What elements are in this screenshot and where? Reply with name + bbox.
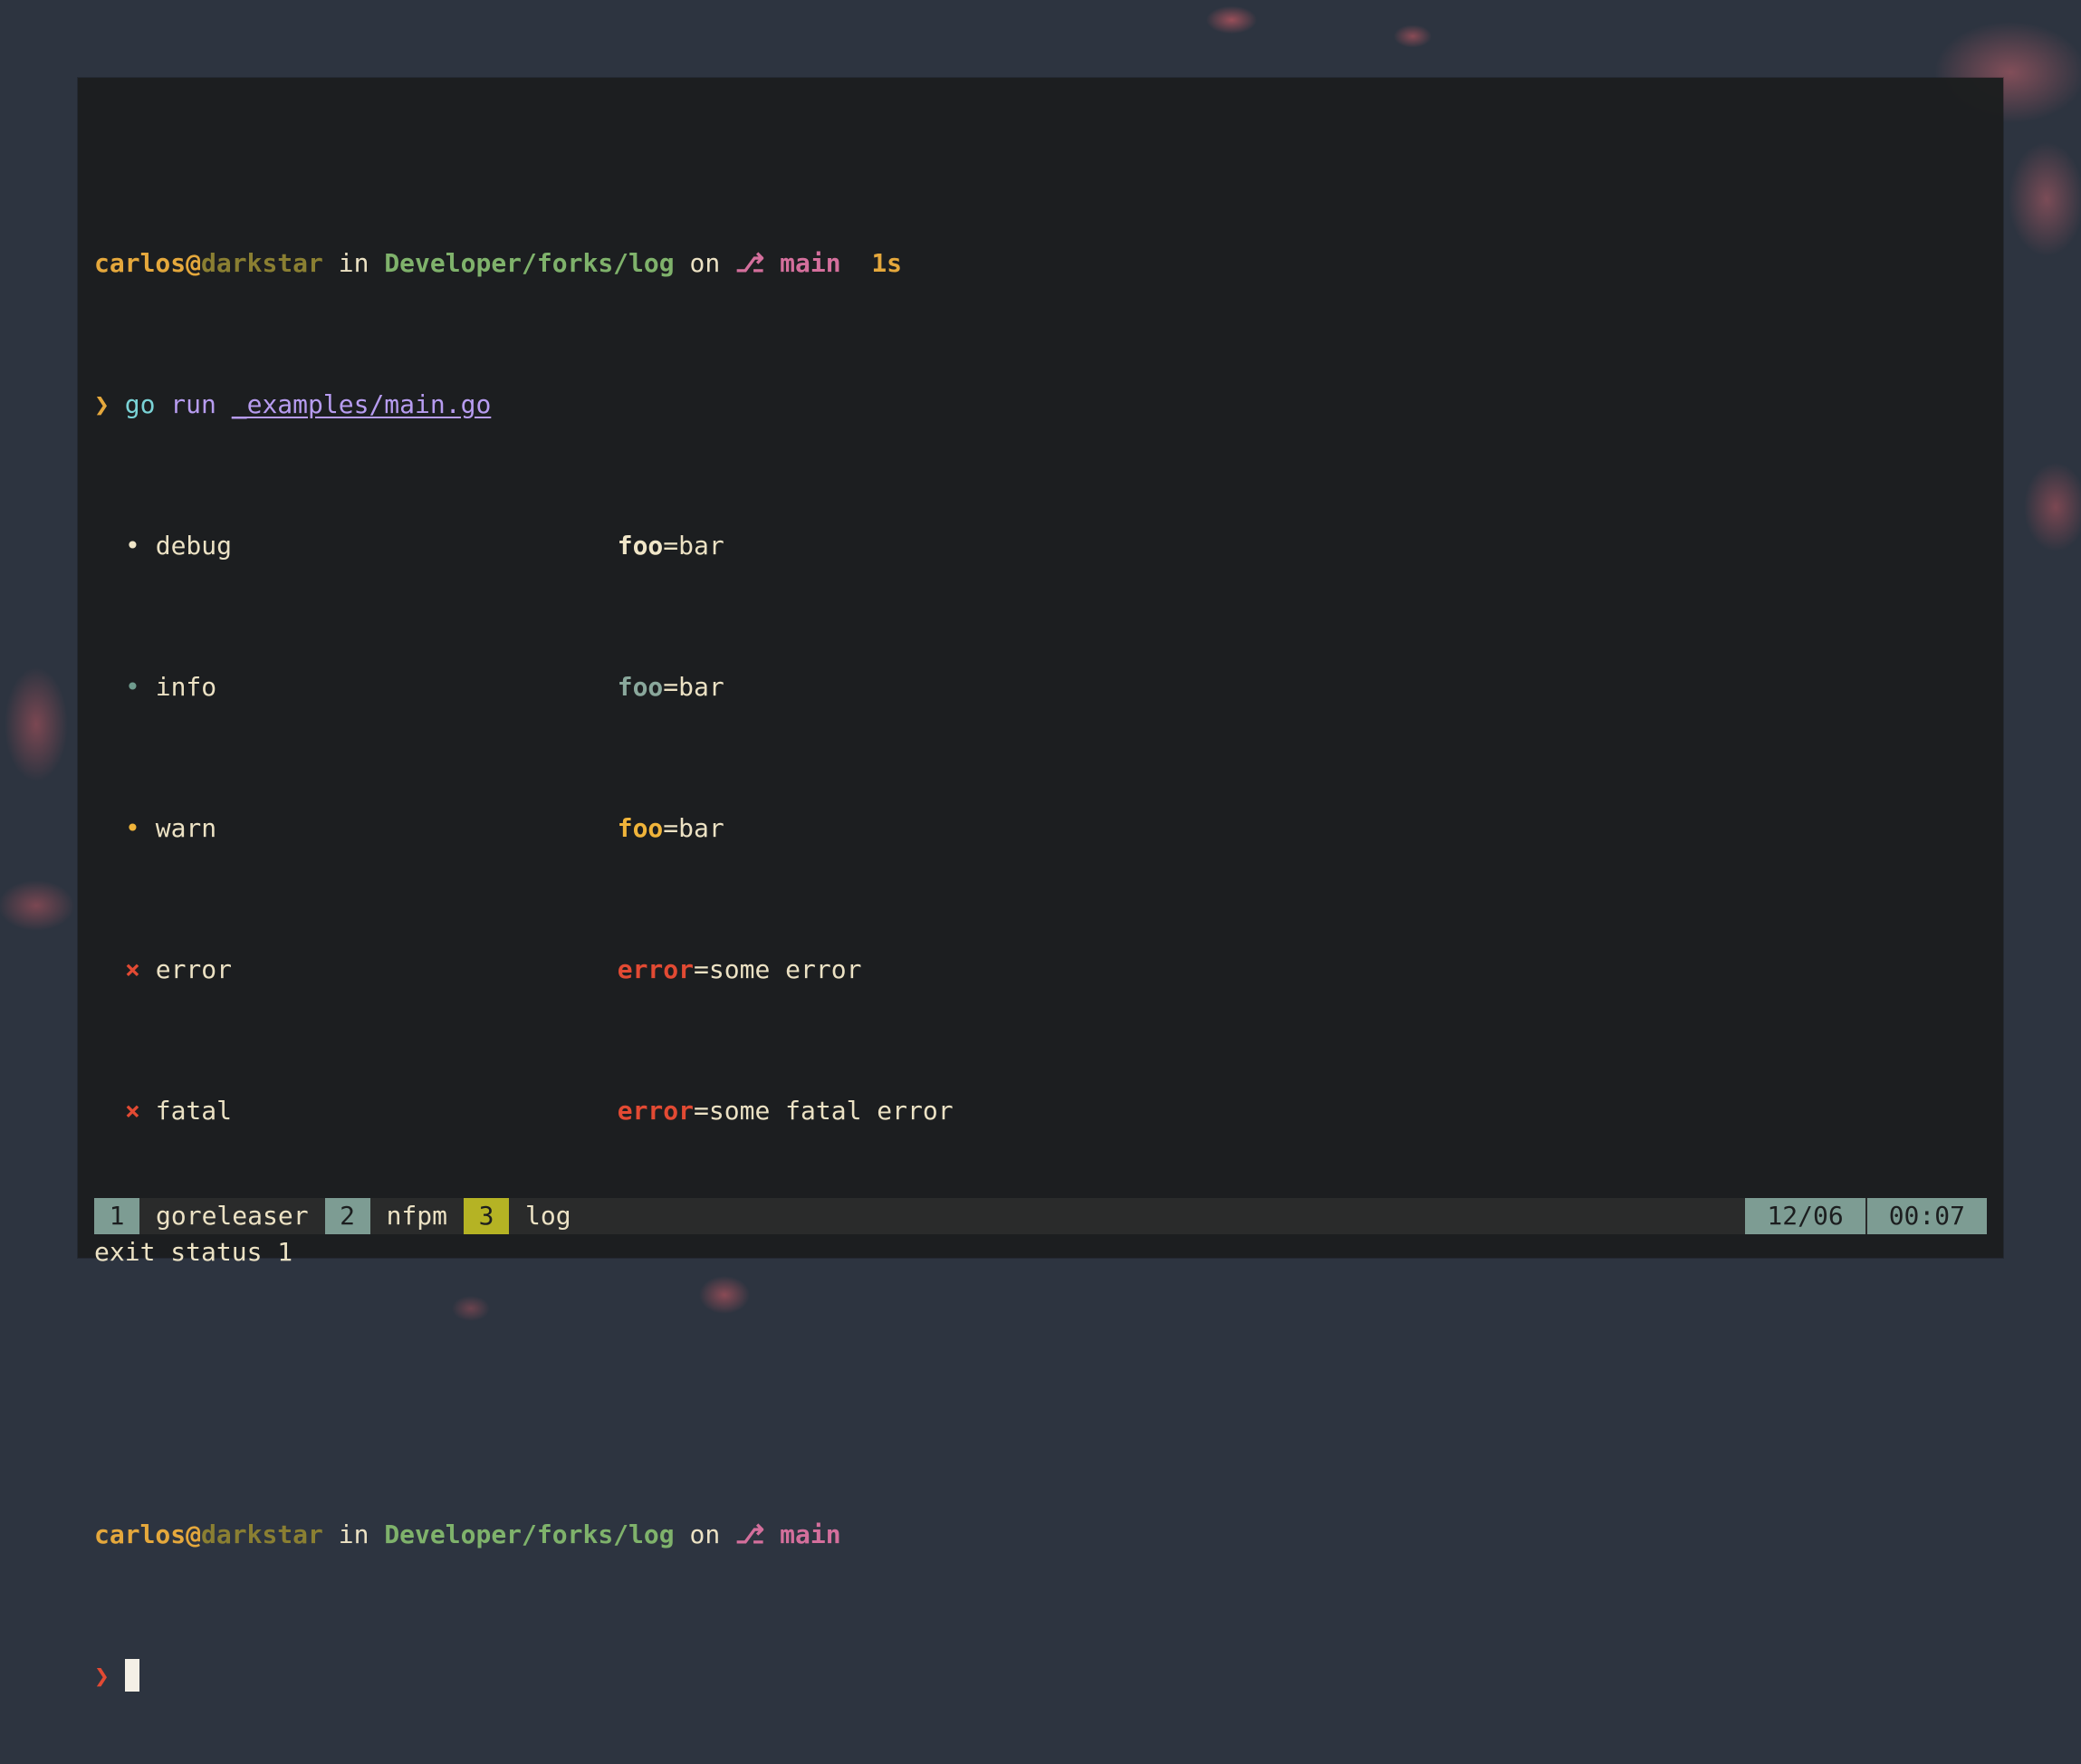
prompt-line-1: carlos@darkstar in Developer/forks/log o… bbox=[94, 245, 954, 281]
command-name: go bbox=[124, 389, 156, 419]
prompt-on: on bbox=[674, 1520, 736, 1549]
log-line-warn: • warn foo=bar bbox=[94, 810, 954, 846]
prompt-in: in bbox=[322, 1520, 385, 1549]
prompt-chevron-icon: ❯ bbox=[94, 1661, 110, 1691]
prompt-path: Developer/forks/log bbox=[384, 1520, 675, 1549]
log-level: info bbox=[155, 672, 217, 702]
exit-status-line: exit status 1 bbox=[94, 1237, 293, 1267]
log-level: warn bbox=[155, 813, 217, 843]
log-key: error bbox=[617, 1096, 695, 1126]
text-cursor bbox=[124, 1659, 139, 1692]
log-key: foo bbox=[617, 672, 664, 702]
log-value: some fatal error bbox=[708, 1096, 954, 1126]
log-line-debug: • debug foo=bar bbox=[94, 528, 954, 563]
window-index: 2 bbox=[324, 1198, 370, 1234]
log-eq: = bbox=[663, 813, 679, 843]
log-value: bar bbox=[678, 531, 724, 561]
cross-icon: × bbox=[125, 954, 140, 984]
window-name: goreleaser bbox=[156, 1201, 309, 1231]
prompt-chevron-icon: ❯ bbox=[94, 389, 110, 419]
tmux-window-goreleaser[interactable]: 1 goreleaser bbox=[94, 1198, 325, 1234]
log-line-error: × error error=some error bbox=[94, 952, 954, 987]
bullet-icon: • bbox=[125, 813, 140, 843]
git-branch-icon: ⎇ bbox=[735, 1520, 765, 1549]
prompt-host: darkstar bbox=[201, 248, 323, 278]
terminal-screen: carlos@darkstar in Developer/forks/log o… bbox=[94, 139, 954, 1764]
prompt-user: carlos bbox=[94, 1520, 187, 1549]
log-key: foo bbox=[617, 531, 664, 561]
log-level: debug bbox=[155, 531, 233, 561]
prompt-branch: main bbox=[780, 1520, 841, 1549]
command-line: ❯ go run _examples/main.go bbox=[94, 387, 954, 422]
prompt-path: Developer/forks/log bbox=[384, 248, 675, 278]
log-value: bar bbox=[678, 813, 724, 843]
log-eq: = bbox=[694, 1096, 709, 1126]
log-value: some error bbox=[708, 954, 862, 984]
log-eq: = bbox=[694, 954, 709, 984]
log-key: error bbox=[617, 954, 695, 984]
prompt-line-2: carlos@darkstar in Developer/forks/log o… bbox=[94, 1517, 954, 1552]
command-duration: 1s bbox=[871, 248, 903, 278]
status-time: 00:07 bbox=[1866, 1198, 1987, 1234]
terminal-window[interactable]: carlos@darkstar in Developer/forks/log o… bbox=[78, 78, 2003, 1692]
window-index: 1 bbox=[94, 1198, 139, 1234]
log-eq: = bbox=[663, 672, 679, 702]
tmux-window-log[interactable]: 3 log bbox=[464, 1198, 588, 1234]
log-level: fatal bbox=[155, 1096, 233, 1126]
window-name: log bbox=[525, 1201, 571, 1231]
log-value: bar bbox=[678, 672, 724, 702]
window-name: nfpm bbox=[386, 1201, 448, 1231]
command-file-link[interactable]: _examples/main.go bbox=[232, 389, 492, 419]
log-level: error bbox=[155, 954, 233, 984]
window-index-active: 3 bbox=[464, 1198, 510, 1234]
prompt-branch: main bbox=[780, 248, 841, 278]
prompt-on: on bbox=[674, 248, 736, 278]
cross-icon: × bbox=[125, 1096, 140, 1126]
log-eq: = bbox=[663, 531, 679, 561]
prompt-in: in bbox=[322, 248, 385, 278]
status-date: 12/06 bbox=[1745, 1198, 1865, 1234]
command-subcommand: run bbox=[170, 389, 216, 419]
log-line-info: • info foo=bar bbox=[94, 669, 954, 705]
prompt-at: @ bbox=[186, 248, 202, 278]
tmux-window-nfpm[interactable]: 2 nfpm bbox=[324, 1198, 464, 1234]
tmux-status-bar: 1 goreleaser 2 nfpm 3 log 12/06 00:07 bbox=[94, 1198, 1987, 1234]
log-line-fatal: × fatal error=some fatal error bbox=[94, 1093, 954, 1128]
prompt-host: darkstar bbox=[201, 1520, 323, 1549]
prompt-user: carlos bbox=[94, 248, 187, 278]
git-branch-icon: ⎇ bbox=[735, 248, 765, 278]
bullet-icon: • bbox=[125, 672, 140, 702]
log-key: foo bbox=[617, 813, 664, 843]
input-line[interactable]: ❯ bbox=[94, 1658, 954, 1693]
bullet-icon: • bbox=[125, 531, 140, 561]
prompt-at: @ bbox=[186, 1520, 202, 1549]
